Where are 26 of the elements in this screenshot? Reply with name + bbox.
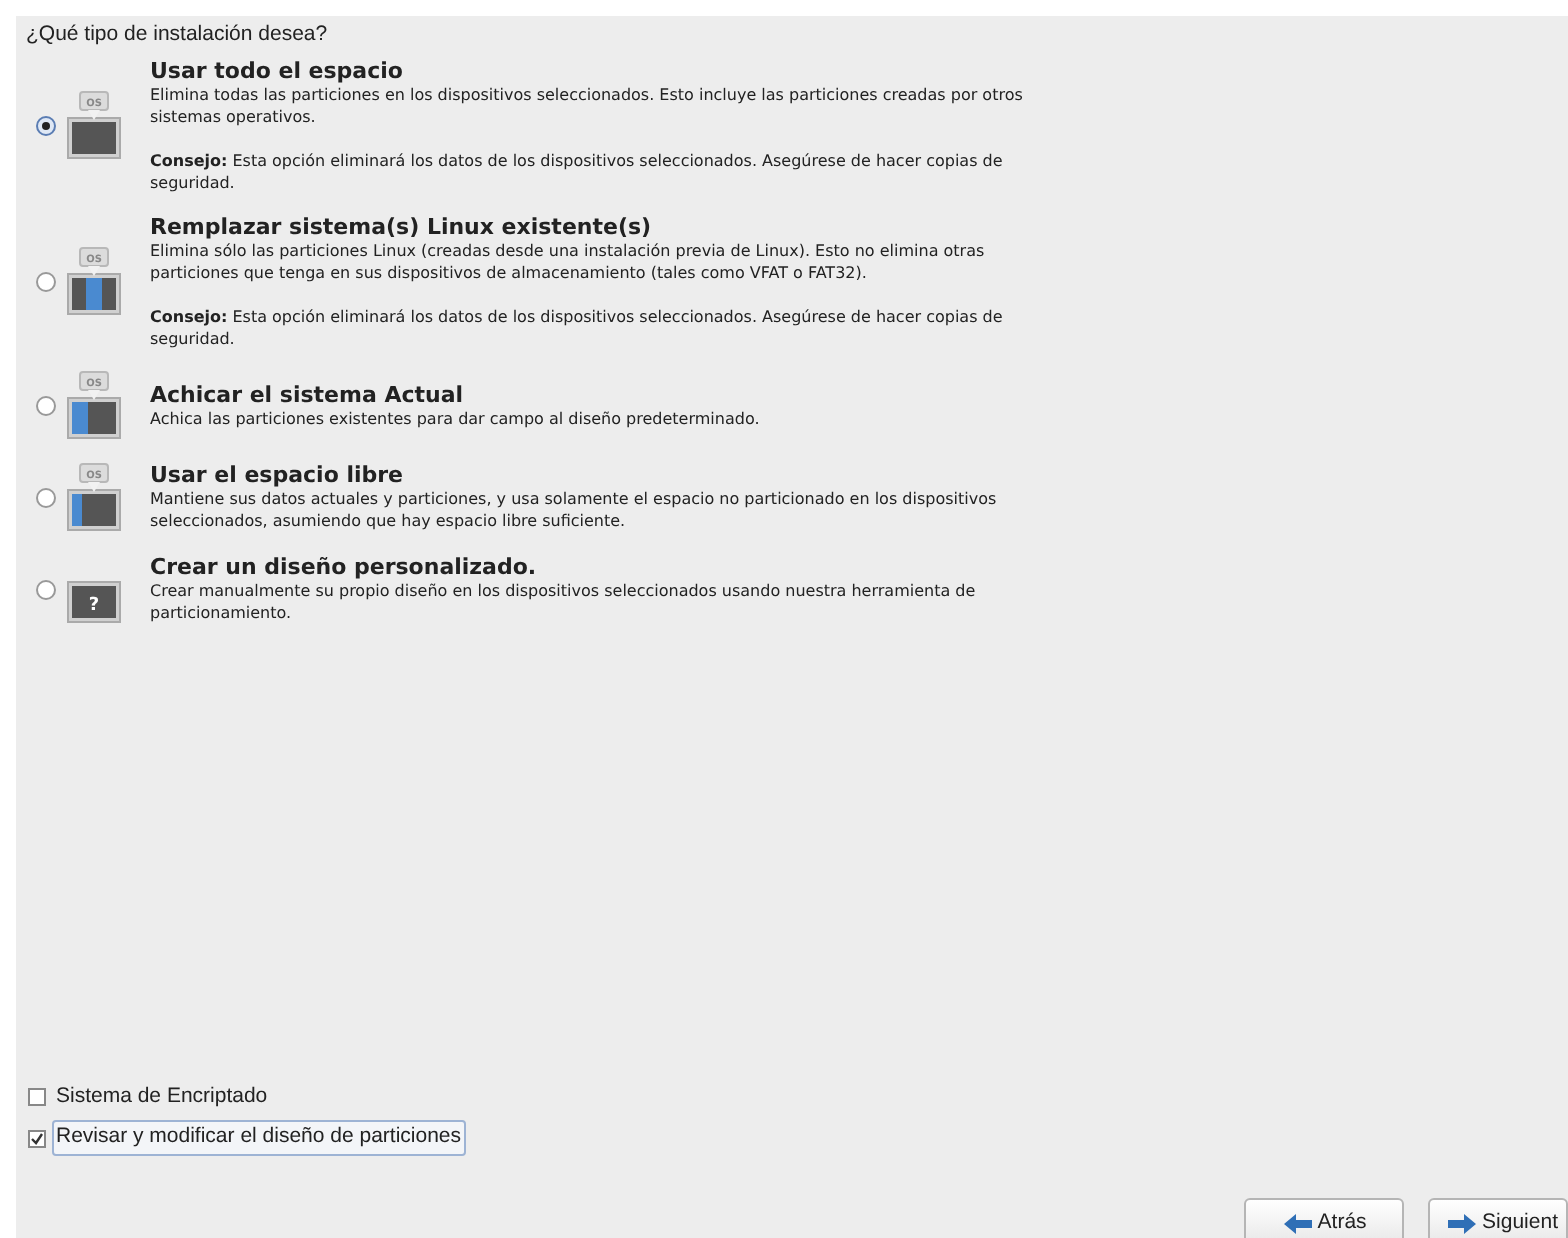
radio-button[interactable] (36, 395, 56, 416)
next-button[interactable]: Siguient (1428, 1198, 1568, 1238)
radio-button[interactable] (36, 487, 56, 508)
heading: ¿Qué tipo de instalación desea? (24, 20, 328, 50)
checkbox[interactable] (28, 1129, 46, 1148)
right-arrow-icon (1446, 1212, 1479, 1236)
checkbox[interactable] (28, 1087, 46, 1106)
option-title: Usar el espacio libre (150, 462, 405, 489)
left-arrow-icon (1281, 1212, 1314, 1236)
option-description: Elimina sólo las particiones Linux (creadas desde una instalación previa de Linux). Esto no elimina otras particiones que tenga en sus dispositivos de almacenamiento (tales como VFAT o FAT32). (150, 239, 987, 284)
option-title: Remplazar sistema(s) Linux existente(s) (150, 213, 654, 240)
radio-button[interactable] (36, 579, 56, 600)
option-description: Crear manualmente su propio diseño en los dispositivos seleccionados usando nuestra herramienta de particionamiento. (150, 580, 978, 625)
option-tip: Consejo: Esta opción eliminará los datos de los dispositivos seleccionados. Asegúrese de hacer copias de seguridad. (150, 305, 1005, 350)
checkbox-label[interactable]: Sistema de Encriptado (52, 1079, 272, 1115)
back-button[interactable]: Atrás (1244, 1198, 1405, 1238)
option-description: Elimina todas las particiones en los dispositivos seleccionados. Esto incluye las particiones creadas por otros sistemas operativos. (150, 83, 1025, 128)
option-title: Usar todo el espacio (150, 57, 405, 84)
radio-button[interactable] (36, 115, 56, 136)
option-title: Crear un diseño personalizado. (150, 554, 539, 581)
checkbox-label[interactable]: Revisar y modificar el diseño de particiones (52, 1120, 466, 1156)
option-description: Achica las particiones existentes para dar campo al diseño predeterminado. (150, 407, 762, 430)
option-description: Mantiene sus datos actuales y particiones, y usa solamente el espacio no particionado en los dispositivos seleccionados, asumiendo que hay espacio libre suficiente. (150, 488, 999, 533)
option-tip: Consejo: Esta opción eliminará los datos de los dispositivos seleccionados. Asegúrese de hacer copias de seguridad. (150, 149, 1005, 194)
option-title: Achicar el sistema Actual (150, 381, 466, 408)
radio-button[interactable] (36, 271, 56, 292)
